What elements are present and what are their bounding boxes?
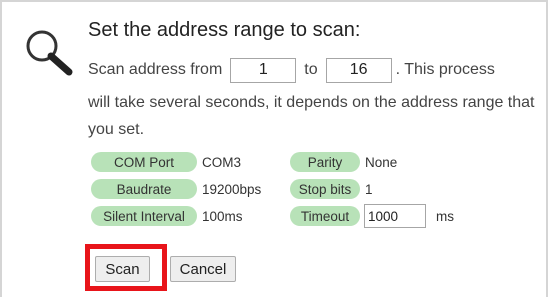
baudrate-value: 19200bps	[202, 181, 262, 197]
silent-interval-value: 100ms	[202, 208, 243, 224]
process-note: will take several seconds, it depends on…	[88, 94, 535, 138]
search-icon	[26, 30, 73, 76]
timeout-label: Timeout	[290, 206, 360, 226]
parity-label: Parity	[290, 152, 360, 172]
stop-bits-value: 1	[365, 181, 373, 197]
cancel-button[interactable]: Cancel	[170, 256, 236, 282]
to-label: to	[304, 61, 318, 78]
process-note-start: . This process	[395, 61, 495, 78]
scan-dialog: Set the address range to scan: Scan addr…	[0, 0, 548, 297]
stop-bits-label: Stop bits	[290, 179, 360, 199]
timeout-input[interactable]	[364, 204, 426, 228]
parity-value: None	[365, 154, 398, 170]
address-range-row: Scan address from to . This process	[88, 57, 495, 83]
dialog-heading: Set the address range to scan:	[88, 19, 361, 41]
silent-interval-label: Silent Interval	[91, 206, 197, 226]
dialog-border-left	[0, 0, 2, 297]
address-to-input[interactable]	[325, 57, 392, 83]
settings-row-interval-timeout: Silent Interval 100ms Timeout ms	[91, 204, 454, 228]
com-port-label: COM Port	[91, 152, 197, 172]
settings-row-com-parity: COM Port COM3 Parity None	[91, 152, 397, 172]
settings-row-baud-stop: Baudrate 19200bps Stop bits 1	[91, 179, 373, 199]
scan-from-label: Scan address from	[88, 61, 223, 78]
baudrate-label: Baudrate	[91, 179, 197, 199]
dialog-border-top	[0, 0, 548, 2]
timeout-unit: ms	[436, 208, 454, 224]
address-from-input[interactable]	[230, 57, 297, 83]
com-port-value: COM3	[202, 154, 242, 170]
scan-button[interactable]: Scan	[95, 256, 150, 282]
